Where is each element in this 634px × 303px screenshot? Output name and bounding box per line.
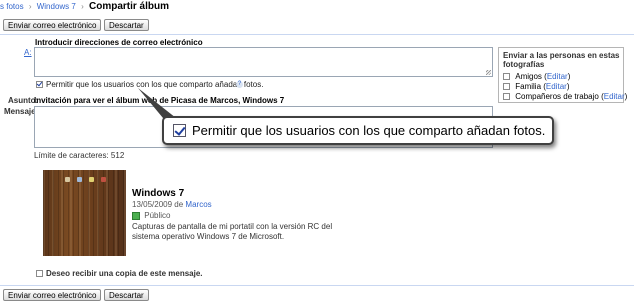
album-date: 13/05/2009 bbox=[132, 200, 173, 209]
page-title: Compartir álbum bbox=[88, 1, 169, 12]
desktop-icon bbox=[77, 177, 82, 182]
visibility-label: Público bbox=[144, 211, 171, 220]
send-to-heading: Enviar a las personas en estas fotografí… bbox=[503, 51, 620, 69]
group-name: Familia bbox=[515, 82, 542, 91]
discard-button-top[interactable]: Descartar bbox=[104, 19, 149, 31]
group-item-coworkers: Compañeros de trabajo (Editar) bbox=[503, 92, 627, 101]
send-email-button-bottom[interactable]: Enviar correo electrónico bbox=[3, 289, 102, 301]
divider-top bbox=[0, 34, 634, 35]
allow-add-photos-checkbox[interactable] bbox=[36, 81, 43, 88]
edit-group-link[interactable]: Editar bbox=[546, 82, 567, 91]
send-copy-checkbox[interactable] bbox=[36, 270, 43, 277]
desktop-icon bbox=[101, 177, 106, 182]
breadcrumb-separator: › bbox=[81, 2, 84, 11]
edit-group-link[interactable]: Editar bbox=[604, 92, 625, 101]
album-visibility: Público bbox=[132, 211, 170, 220]
breadcrumb-link-album[interactable]: Windows 7 bbox=[37, 2, 76, 11]
char-limit-text: Límite de caracteres: 512 bbox=[34, 151, 125, 160]
breadcrumb: s fotos › Windows 7 › Compartir álbum bbox=[0, 1, 169, 13]
album-by: de bbox=[174, 200, 184, 209]
desktop-icon bbox=[65, 177, 70, 182]
to-label-link[interactable]: A: bbox=[24, 48, 32, 57]
group-name: Amigos bbox=[515, 72, 542, 81]
callout-text: Permitir que los usuarios con los que co… bbox=[192, 123, 546, 138]
send-to-people-panel: Enviar a las personas en estas fotografí… bbox=[498, 47, 627, 103]
help-icon[interactable]: ? bbox=[236, 81, 243, 88]
group-checkbox[interactable] bbox=[503, 73, 510, 81]
desktop-icon bbox=[89, 177, 94, 182]
divider-bottom bbox=[0, 285, 634, 286]
breadcrumb-link-photos[interactable]: s fotos bbox=[0, 2, 24, 11]
album-title: Windows 7 bbox=[132, 188, 185, 199]
edit-group-link[interactable]: Editar bbox=[547, 72, 568, 81]
resize-grip-icon[interactable] bbox=[486, 70, 491, 75]
recipients-textarea[interactable] bbox=[34, 47, 493, 77]
album-description: Capturas de pantalla de mi portatil con … bbox=[132, 222, 333, 241]
group-checkbox[interactable] bbox=[503, 83, 510, 91]
send-copy-label: Deseo recibir una copia de este mensaje. bbox=[46, 269, 203, 278]
discard-button-bottom[interactable]: Descartar bbox=[104, 289, 149, 301]
allow-add-photos-checkbox-zoomed[interactable] bbox=[173, 124, 186, 137]
group-checkbox[interactable] bbox=[503, 93, 510, 101]
zoom-callout: Permitir que los usuarios con los que co… bbox=[162, 116, 554, 145]
emails-heading: Introducir direcciones de correo electró… bbox=[35, 38, 203, 47]
breadcrumb-separator: › bbox=[28, 2, 32, 11]
album-owner-link[interactable]: Marcos bbox=[185, 200, 211, 209]
public-icon bbox=[132, 211, 140, 220]
group-item-friends: Amigos (Editar) bbox=[503, 72, 570, 81]
group-name: Compañeros de trabajo bbox=[515, 92, 599, 101]
send-email-button-top[interactable]: Enviar correo electrónico bbox=[3, 19, 102, 31]
group-item-family: Familia (Editar) bbox=[503, 82, 569, 91]
album-thumbnail[interactable] bbox=[43, 170, 126, 256]
album-meta: 13/05/2009 de Marcos bbox=[132, 200, 212, 209]
